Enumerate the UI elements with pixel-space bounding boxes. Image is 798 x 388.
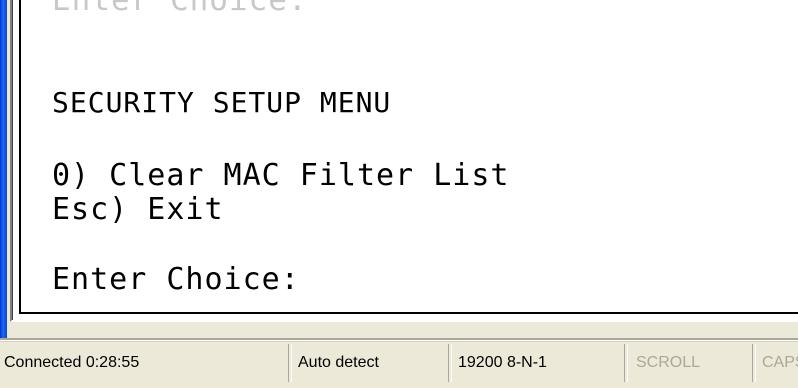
status-divider bbox=[624, 344, 628, 382]
status-caps: CAPS bbox=[762, 354, 798, 371]
hyperterminal-window: Enter Choice: SECURITY SETUP MENU 0) Cle… bbox=[0, 0, 798, 388]
terminal-cut-off-line: Enter Choice: bbox=[52, 0, 308, 18]
status-scroll: SCROLL bbox=[636, 354, 701, 371]
menu-title: SECURITY SETUP MENU bbox=[52, 86, 392, 119]
terminal-edge-bottom bbox=[19, 312, 798, 314]
window-left-border bbox=[0, 0, 7, 340]
menu-option-clear-mac: 0) Clear MAC Filter List bbox=[52, 158, 510, 193]
status-divider bbox=[752, 344, 756, 382]
terminal-edge-left bbox=[19, 0, 21, 314]
status-detect: Auto detect bbox=[298, 354, 379, 371]
status-settings: 19200 8-N-1 bbox=[458, 354, 547, 371]
menu-option-exit: Esc) Exit bbox=[52, 192, 224, 227]
choice-prompt: Enter Choice: bbox=[52, 262, 300, 297]
status-divider bbox=[448, 344, 452, 382]
status-divider bbox=[288, 344, 292, 382]
status-connection: Connected 0:28:55 bbox=[4, 354, 140, 371]
